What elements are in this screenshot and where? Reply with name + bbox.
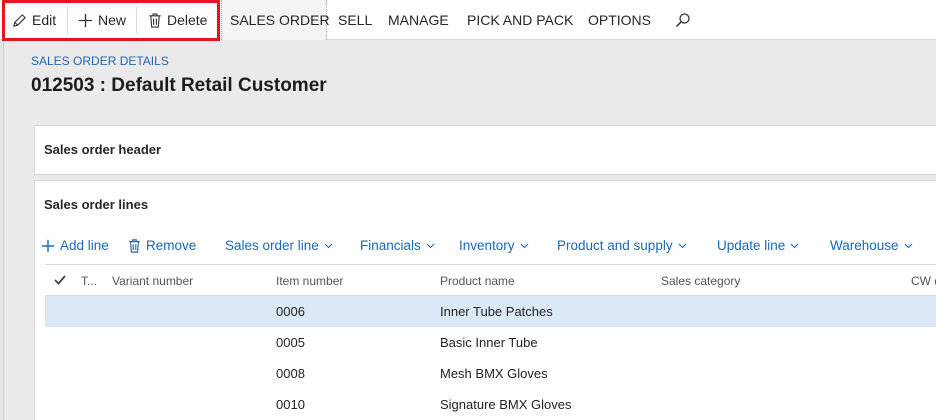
product-name-cell[interactable]: Inner Tube Patches [440,304,553,319]
search-icon [675,13,690,28]
add-line-label: Add line [60,238,109,253]
column-header-product-name[interactable]: Product name [440,274,515,288]
chevron-down-icon [904,243,912,248]
sales-order-lines-section: Sales order lines Add line Remove Sales … [34,180,936,420]
section-title[interactable]: Sales order lines [44,197,148,212]
item-number-cell[interactable]: 0006 [276,304,305,319]
table-row[interactable]: 0008 Mesh BMX Gloves [45,358,936,389]
product-name-cell[interactable]: Mesh BMX Gloves [440,366,548,381]
menu-label: Update line [717,238,786,253]
grid-header: T... Variant number Item number Product … [45,264,936,296]
chevron-down-icon [426,243,435,248]
chevron-down-icon [324,243,333,248]
add-line-button[interactable]: Add line [41,238,109,253]
column-header-sales-category[interactable]: Sales category [661,274,740,288]
chevron-down-icon [790,243,799,248]
trash-icon [129,238,140,253]
menu-label: Warehouse [830,238,899,253]
tab-manage[interactable]: MANAGE [388,0,449,40]
tab-sales-order[interactable]: SALES ORDER [230,0,330,40]
menu-inventory[interactable]: Inventory [459,238,534,253]
menu-sales-order-line[interactable]: Sales order line [225,238,338,253]
sales-order-header-section[interactable]: Sales order header [34,125,936,175]
plus-icon [41,239,55,252]
action-pane: Edit New Delete SALES ORDER SELL MANAGE … [0,0,936,41]
item-number-cell[interactable]: 0005 [276,335,305,350]
item-number-cell[interactable]: 0008 [276,366,305,381]
column-header-cw-quantity[interactable]: CW q [911,274,936,288]
product-name-cell[interactable]: Basic Inner Tube [440,335,538,350]
menu-label: Inventory [459,238,515,253]
table-row[interactable]: 0010 Signature BMX Gloves [45,389,936,420]
column-header-variant-number[interactable]: Variant number [112,274,193,288]
menu-financials[interactable]: Financials [360,238,440,253]
search-button[interactable] [675,0,696,40]
tab-pick-and-pack[interactable]: PICK AND PACK [467,0,573,40]
menu-label: Financials [360,238,421,253]
menu-label: Sales order line [225,238,319,253]
product-name-cell[interactable]: Signature BMX Gloves [440,397,572,412]
menu-warehouse[interactable]: Warehouse [830,238,918,253]
remove-button[interactable]: Remove [128,238,196,253]
column-header-item-number[interactable]: Item number [276,274,343,288]
tab-options[interactable]: OPTIONS [588,0,651,40]
menu-update-line[interactable]: Update line [717,238,804,253]
highlight-box [2,0,220,41]
left-edge-strip [0,41,4,420]
section-title[interactable]: Sales order header [44,142,161,157]
page-title: 012503 : Default Retail Customer [31,75,327,96]
breadcrumb[interactable]: SALES ORDER DETAILS [31,54,169,68]
column-header-type[interactable]: T... [81,274,97,288]
menu-label: Product and supply [557,238,673,253]
table-row[interactable]: 0006 Inner Tube Patches [45,296,936,327]
chevron-down-icon [520,243,528,248]
remove-label: Remove [146,238,197,253]
tab-sell[interactable]: SELL [338,0,372,40]
menu-product-and-supply[interactable]: Product and supply [557,238,692,253]
chevron-down-icon [678,243,686,248]
item-number-cell[interactable]: 0010 [276,397,305,412]
table-row[interactable]: 0005 Basic Inner Tube [45,327,936,358]
select-all-checkmark-icon[interactable] [54,275,66,285]
